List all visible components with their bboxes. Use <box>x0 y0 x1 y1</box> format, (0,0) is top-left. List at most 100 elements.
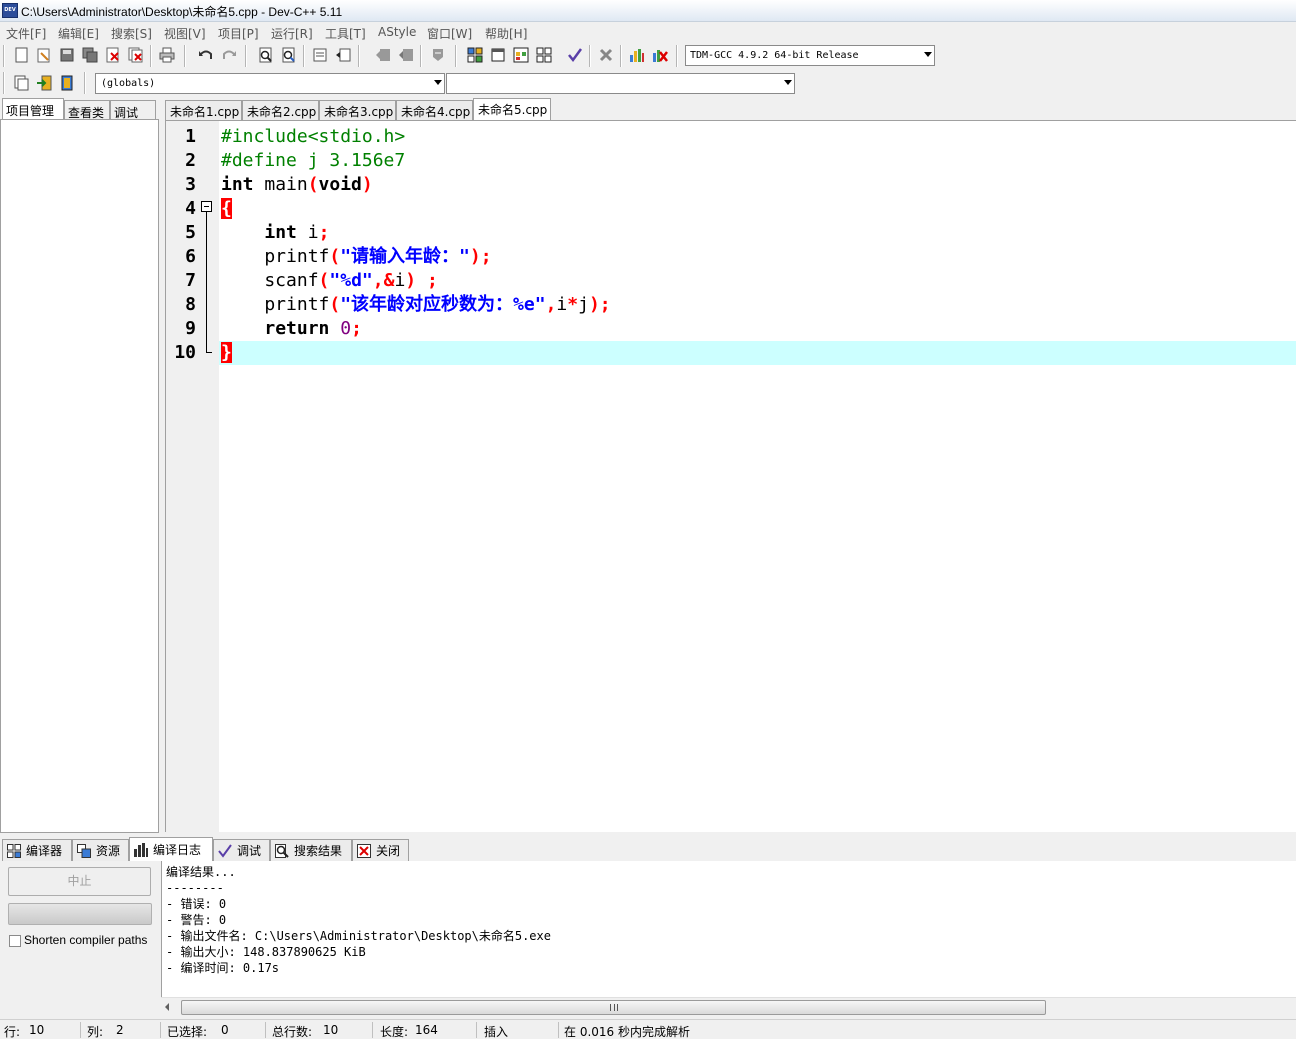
code-line[interactable]: return 0; <box>221 317 362 341</box>
scrollbar-thumb[interactable] <box>181 1000 1046 1015</box>
tab-debug-output[interactable]: 调试 <box>213 839 270 861</box>
log-line: - 编译时间: 0.17s <box>166 961 280 975</box>
replace-icon[interactable] <box>279 45 299 65</box>
compile-log[interactable]: 编译结果... -------- - 错误: 0 - 警告: 0 - 输出文件名… <box>161 861 1296 997</box>
syntax-check-icon[interactable] <box>565 45 585 65</box>
status-col-label: 列: <box>87 1025 104 1039</box>
stop-compile-button[interactable]: 中止 <box>8 867 151 896</box>
class-browser-icon[interactable] <box>57 73 77 93</box>
chevron-down-icon <box>434 80 442 85</box>
tab-file-2[interactable]: 未命名2.cpp <box>242 100 319 120</box>
scope-select[interactable]: (globals) <box>95 73 445 94</box>
menu-astyle[interactable]: AStyle <box>378 25 416 39</box>
code-line[interactable]: } <box>221 341 232 365</box>
status-length-label: 长度: <box>380 1025 409 1039</box>
log-horizontal-scrollbar[interactable] <box>161 997 1296 1017</box>
line-number: 8 <box>185 294 196 315</box>
compile-icon[interactable] <box>465 45 485 65</box>
tab-compile-log[interactable]: 编译日志 <box>129 837 213 861</box>
delete-profile-icon[interactable] <box>650 45 670 65</box>
status-total-lines-value: 10 <box>323 1023 339 1037</box>
menu-file[interactable]: 文件[F] <box>6 25 46 42</box>
compile-progress-bar <box>8 903 152 925</box>
menu-project[interactable]: 项目[P] <box>218 25 259 42</box>
code-line[interactable]: int i; <box>221 221 329 245</box>
new-class-icon[interactable] <box>11 73 31 93</box>
compiler-select[interactable]: TDM-GCC 4.9.2 64-bit Release <box>685 45 935 66</box>
tab-search-results[interactable]: 搜索结果 <box>270 839 352 861</box>
menu-run[interactable]: 运行[R] <box>271 25 313 42</box>
status-selected-label: 已选择: <box>167 1025 208 1039</box>
tab-project-manager[interactable]: 项目管理 <box>2 98 64 121</box>
find-icon[interactable] <box>256 45 276 65</box>
fold-collapse-icon[interactable] <box>201 201 212 212</box>
tab-file-4[interactable]: 未命名4.cpp <box>396 100 473 120</box>
tab-search-results-label: 搜索结果 <box>294 844 343 858</box>
left-panel-tabs: 项目管理 查看类 调试 <box>0 98 160 121</box>
tab-file-5[interactable]: 未命名5.cpp <box>473 98 551 120</box>
window-title: C:\Users\Administrator\Desktop\未命名5.cpp … <box>21 5 343 19</box>
toggle-bookmark-icon[interactable] <box>333 45 353 65</box>
menu-search[interactable]: 搜索[S] <box>111 25 152 42</box>
close-all-icon[interactable] <box>126 45 146 65</box>
bar-chart-icon <box>133 842 149 858</box>
project-tree-panel[interactable] <box>0 119 159 833</box>
code-line[interactable]: { <box>221 197 232 221</box>
shorten-paths-checkbox[interactable] <box>9 935 21 947</box>
redo-icon[interactable] <box>219 45 239 65</box>
app-icon: DEV <box>2 3 18 18</box>
line-number: 4 <box>185 198 196 219</box>
menu-view[interactable]: 视图[V] <box>164 25 206 42</box>
save-icon[interactable] <box>57 45 77 65</box>
tab-debug[interactable]: 调试 <box>110 100 156 120</box>
tab-resources[interactable]: 资源 <box>72 839 129 861</box>
tab-debug-output-label: 调试 <box>237 844 262 858</box>
indent-icon[interactable] <box>396 45 416 65</box>
menu-help[interactable]: 帮助[H] <box>485 25 527 42</box>
menu-window[interactable]: 窗口[W] <box>427 25 472 42</box>
tab-close-panel[interactable]: 关闭 <box>352 839 409 861</box>
menu-tools[interactable]: 工具[T] <box>325 25 366 42</box>
menu-bar: 文件[F] 编辑[E] 搜索[S] 视图[V] 项目[P] 运行[R] 工具[T… <box>0 22 1296 42</box>
run-icon[interactable] <box>488 45 508 65</box>
code-line[interactable]: #define j 3.156e7 <box>221 149 405 173</box>
line-number: 9 <box>185 318 196 339</box>
goto-line-icon[interactable] <box>310 45 330 65</box>
tab-file-1[interactable]: 未命名1.cpp <box>165 100 242 120</box>
grid-icon <box>6 843 22 859</box>
compile-run-icon[interactable] <box>511 45 531 65</box>
save-all-icon[interactable] <box>80 45 100 65</box>
tab-file-3[interactable]: 未命名3.cpp <box>319 100 396 120</box>
tab-resources-label: 资源 <box>96 844 121 858</box>
print-icon[interactable] <box>157 45 177 65</box>
line-number: 2 <box>185 150 196 171</box>
stop-execution-icon[interactable] <box>596 45 616 65</box>
comment-icon[interactable] <box>428 45 448 65</box>
open-file-icon[interactable] <box>34 45 54 65</box>
scroll-left-icon[interactable] <box>165 1003 169 1011</box>
unindent-icon[interactable] <box>373 45 393 65</box>
close-icon <box>356 843 372 859</box>
tab-compiler-label: 编译器 <box>26 844 63 858</box>
tab-class-view[interactable]: 查看类 <box>64 100 110 120</box>
code-line[interactable]: printf("请输入年龄："); <box>221 245 491 269</box>
tab-compiler[interactable]: 编译器 <box>2 839 72 861</box>
code-line[interactable]: scanf("%d",&i) ; <box>221 269 437 293</box>
log-line: - 输出大小: 148.837890625 KiB <box>166 945 366 959</box>
close-file-icon[interactable] <box>103 45 123 65</box>
function-select[interactable] <box>446 73 795 94</box>
line-number: 7 <box>185 270 196 291</box>
profile-icon[interactable] <box>627 45 647 65</box>
menu-edit[interactable]: 编辑[E] <box>58 25 99 42</box>
insert-icon[interactable] <box>34 73 54 93</box>
rebuild-icon[interactable] <box>534 45 554 65</box>
log-line: -------- <box>166 881 224 895</box>
code-line[interactable]: int main(void) <box>221 173 373 197</box>
code-editor[interactable]: 1 2 3 4 5 6 7 8 9 10 #include<stdio.h> #… <box>165 120 1296 832</box>
code-line[interactable]: #include<stdio.h> <box>221 125 405 149</box>
undo-icon[interactable] <box>196 45 216 65</box>
new-file-icon[interactable] <box>12 45 32 65</box>
shorten-paths-label[interactable]: Shorten compiler paths <box>24 933 147 947</box>
code-line[interactable]: printf("该年龄对应秒数为：%e",i*j); <box>221 293 610 317</box>
title-bar: DEV C:\Users\Administrator\Desktop\未命名5.… <box>0 0 1296 22</box>
